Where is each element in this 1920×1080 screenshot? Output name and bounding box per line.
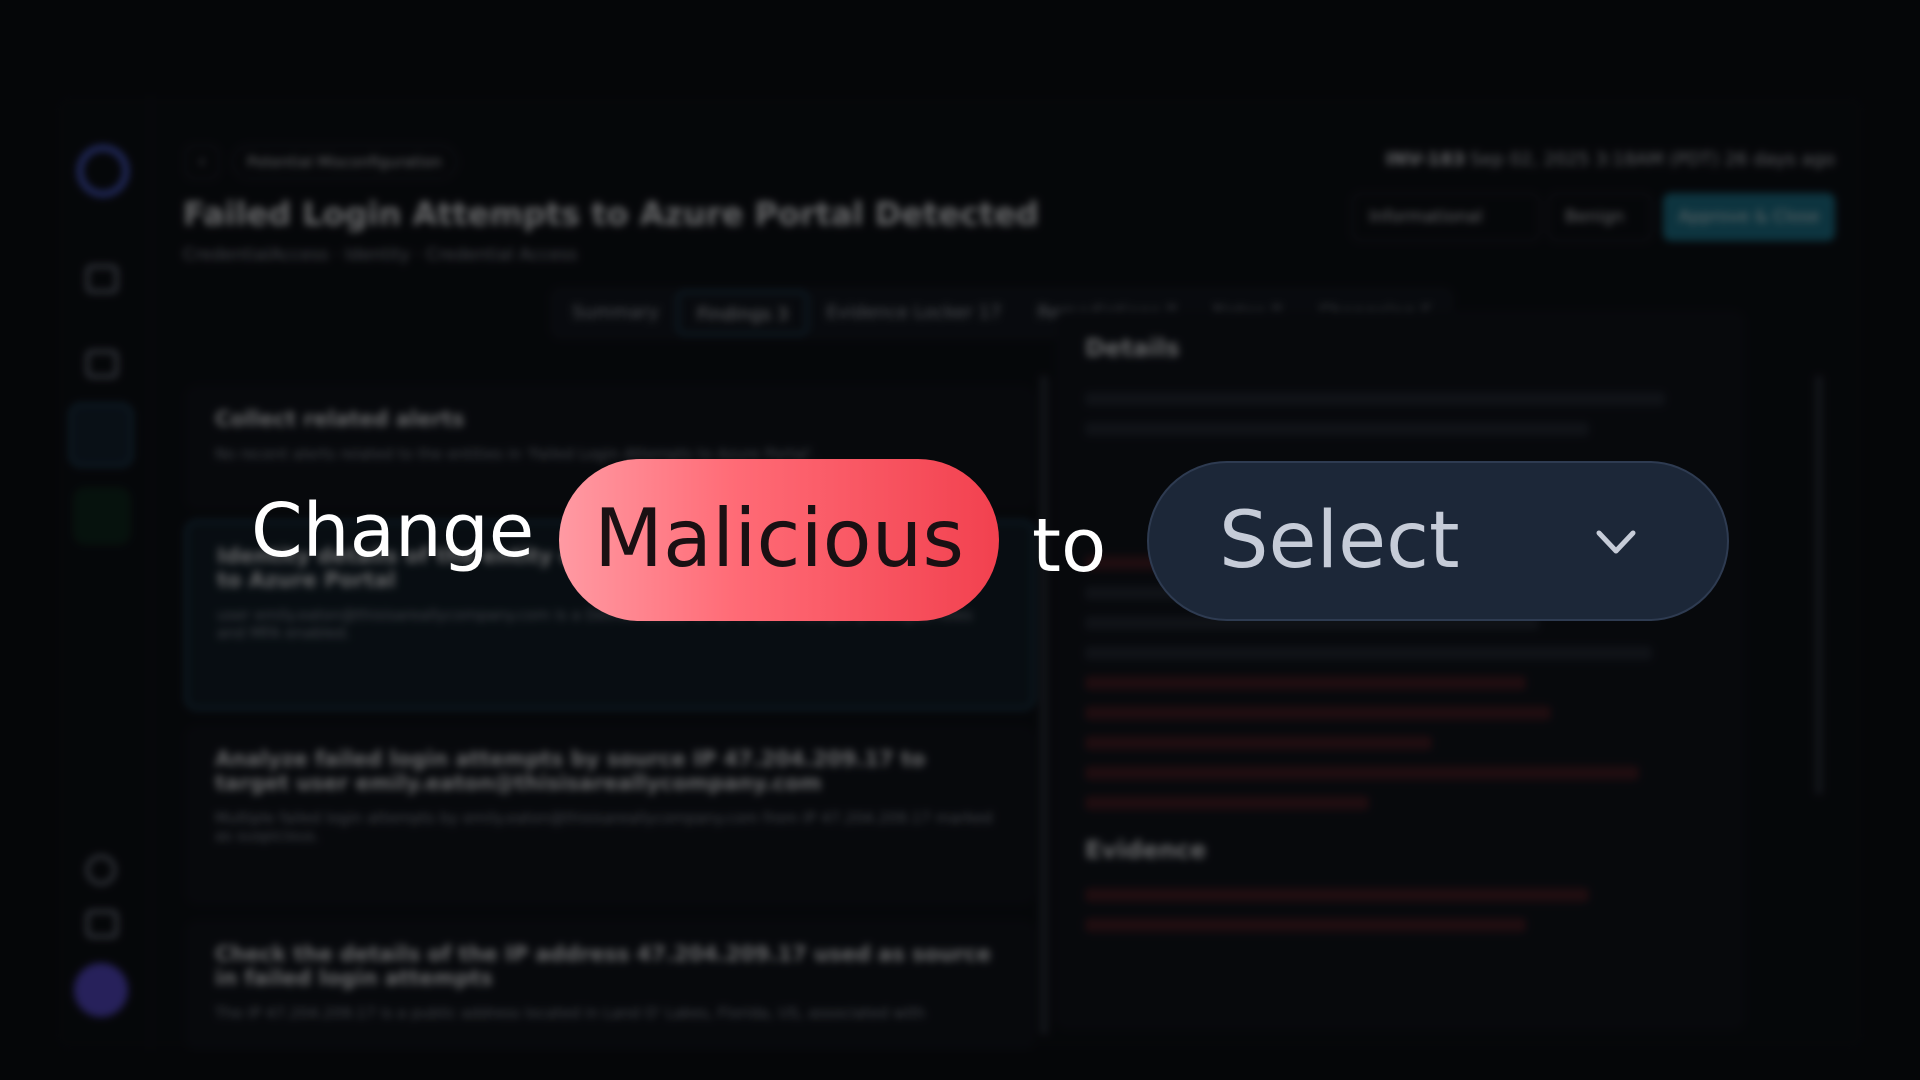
severity-dropdown[interactable]: Informational <box>1352 193 1540 241</box>
details-line <box>1085 646 1652 660</box>
sidebar <box>55 95 151 1050</box>
finding-title: Collect related alerts <box>215 407 465 431</box>
details-line <box>1085 676 1526 690</box>
details-line <box>1085 422 1589 436</box>
evidence-line <box>1085 918 1526 932</box>
verdict-dropdown[interactable]: Benign <box>1548 193 1652 241</box>
page-subtitle: CredentialAccess · Identity · Credential… <box>183 245 578 265</box>
settings-icon[interactable] <box>86 910 118 938</box>
timestamp: Sep 02, 2025 3:18AM (PDT) 26 days ago <box>1469 149 1835 170</box>
to-label: to <box>1032 503 1107 589</box>
org-chart-icon[interactable] <box>86 265 118 293</box>
evidence-heading: Evidence <box>1085 836 1207 864</box>
details-line <box>1085 736 1432 750</box>
finding-card[interactable]: Check the details of the IP address 47.2… <box>185 920 1035 1050</box>
finding-body: Multiple failed login attempts by emily.… <box>215 809 993 845</box>
chevron-down-icon <box>1596 530 1636 554</box>
details-line <box>1085 392 1665 406</box>
verdict-select[interactable]: Select <box>1147 461 1729 621</box>
back-button[interactable]: ‹ <box>185 145 219 179</box>
details-scrollbar[interactable] <box>1815 375 1823 795</box>
evidence-line <box>1085 888 1589 902</box>
sidebar-item-chat[interactable] <box>73 487 131 545</box>
details-line <box>1085 706 1552 720</box>
findings-scrollbar[interactable] <box>1040 375 1048 1035</box>
finding-body: The IP 47.204.209.17 is a public address… <box>215 1004 926 1022</box>
tab-summary[interactable]: Summary <box>554 291 677 335</box>
details-line <box>1085 766 1640 780</box>
details-panel: Details Evidence <box>1055 310 1745 1030</box>
approve-close-button[interactable]: Approve & Close <box>1663 193 1835 241</box>
finding-title: Check the details of the IP address 47.2… <box>215 942 991 990</box>
finding-title: Analyze failed login attempts by source … <box>215 747 926 795</box>
finding-card[interactable]: Analyze failed login attempts by source … <box>185 725 1035 905</box>
logo-icon <box>77 145 129 197</box>
avatar[interactable] <box>74 963 128 1017</box>
details-heading: Details <box>1085 334 1180 362</box>
details-line <box>1085 796 1369 810</box>
investigation-id: INV-183 <box>1385 149 1465 170</box>
select-placeholder: Select <box>1219 496 1460 586</box>
tag-badge: Potential Misconfiguration <box>232 145 457 179</box>
help-icon[interactable] <box>86 855 116 885</box>
malicious-badge: Malicious <box>559 459 999 621</box>
sidebar-item-investigations[interactable] <box>69 403 133 467</box>
inbox-icon[interactable] <box>86 350 118 378</box>
page-title: Failed Login Attempts to Azure Portal De… <box>183 195 1039 233</box>
tab-findings[interactable]: Findings 3 <box>677 291 809 335</box>
change-label: Change <box>251 488 535 574</box>
tab-evidence-locker[interactable]: Evidence Locker 17 <box>808 291 1019 335</box>
